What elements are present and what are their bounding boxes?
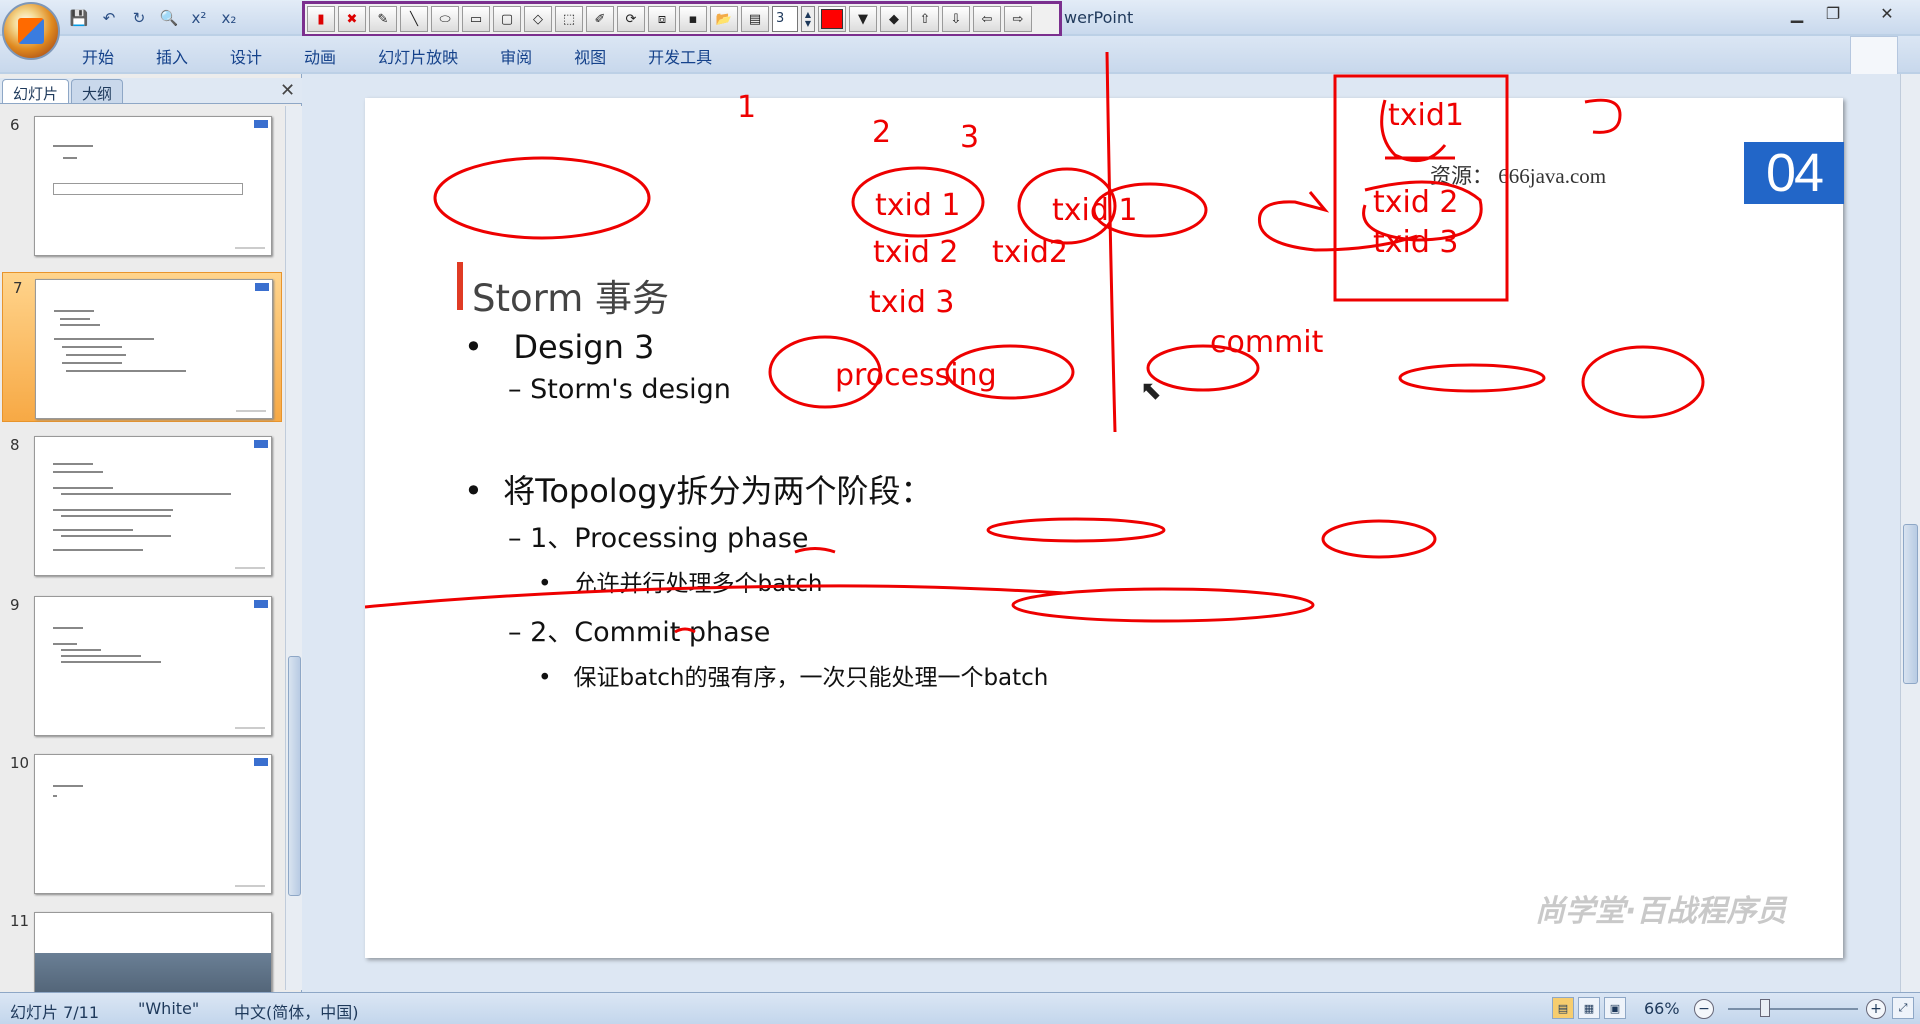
pen-width-spinner[interactable]: ▲ ▼: [801, 6, 815, 32]
subscript-icon[interactable]: x₂: [216, 6, 242, 30]
office-logo-icon: [18, 18, 44, 44]
slide-number-badge: 04: [1744, 142, 1844, 204]
slide-thumbnail[interactable]: 6: [0, 110, 290, 260]
chevron-down-icon[interactable]: ▼: [849, 6, 877, 32]
select-icon[interactable]: ⬚: [555, 6, 583, 32]
highlighter-icon[interactable]: ✐: [586, 6, 614, 32]
thumbnail-image: [34, 436, 272, 576]
minimize-button[interactable]: ▁: [1782, 2, 1812, 24]
slide-thumbnail[interactable]: 9: [0, 590, 290, 740]
slide-number: 6: [10, 116, 20, 134]
bullet-item[interactable]: • Design 3: [464, 328, 654, 366]
window-title: werPoint: [1064, 8, 1134, 27]
pen-width-field[interactable]: 3: [772, 6, 798, 32]
tab-view[interactable]: 视图: [574, 36, 606, 72]
redo-icon[interactable]: ↻: [126, 6, 152, 30]
screen-icon[interactable]: ▤: [741, 6, 769, 32]
diamond-icon[interactable]: ◇: [524, 6, 552, 32]
thumbnail-image: [34, 116, 272, 256]
zoom-level[interactable]: 66%: [1644, 999, 1680, 1018]
slide-number: 9: [10, 596, 20, 614]
close-pane-icon[interactable]: ✕: [280, 80, 295, 101]
rectangle-icon[interactable]: ▭: [462, 6, 490, 32]
arrow-down-icon[interactable]: ⇩: [942, 6, 970, 32]
bullet-item[interactable]: • 将Topology拆分为两个阶段：: [464, 466, 933, 512]
slide-count: 幻灯片 7/11: [10, 1003, 100, 1022]
tab-insert[interactable]: 插入: [156, 36, 188, 72]
slide-title[interactable]: Storm 事务: [472, 268, 669, 322]
mouse-cursor-icon: ⬉: [1140, 376, 1162, 406]
slide-number: 8: [10, 436, 20, 454]
thumbnail-image: [34, 912, 272, 992]
tab-slides[interactable]: 幻灯片: [2, 79, 70, 103]
sub-bullet-item[interactable]: – Storm's design: [508, 374, 731, 405]
sub-sub-bullet-item[interactable]: • 允许并行处理多个batch: [538, 564, 822, 598]
arrow-up-icon[interactable]: ⇧: [911, 6, 939, 32]
sub-bullet-item[interactable]: – 2、Commit phase: [508, 610, 770, 649]
tab-outline[interactable]: 大纲: [71, 79, 124, 103]
zoom-slider[interactable]: [1728, 1008, 1858, 1010]
arrow-back-icon[interactable]: ⇦: [973, 6, 1001, 32]
save-ink-icon[interactable]: ▪: [679, 6, 707, 32]
sub-bullet-item[interactable]: – 1、Processing phase: [508, 516, 809, 555]
ribbon-tabs: 开始 插入 设计 动画 幻灯片放映 审阅 视图 开发工具: [0, 36, 1920, 72]
slideshow-view-button[interactable]: ▣: [1604, 997, 1626, 1019]
refresh-icon[interactable]: ⟳: [617, 6, 645, 32]
thumbnail-image: [35, 279, 273, 419]
zoom-in-button[interactable]: +: [1866, 999, 1886, 1019]
thumbnail-image: [34, 754, 272, 894]
vertical-scrollbar[interactable]: [1900, 74, 1920, 992]
slide-thumbnail[interactable]: 11: [0, 906, 290, 992]
slide-number: 10: [10, 754, 30, 772]
slide-thumbnail[interactable]: 8: [0, 430, 290, 580]
tab-slideshow[interactable]: 幻灯片放映: [378, 36, 458, 72]
superscript-icon[interactable]: x²: [186, 6, 212, 30]
tab-design[interactable]: 设计: [230, 36, 262, 72]
office-button[interactable]: [2, 2, 60, 60]
save-icon[interactable]: 💾: [66, 6, 92, 30]
thumbnail-image: [34, 596, 272, 736]
pane-scrollbar[interactable]: [285, 106, 302, 990]
pen-color-swatch: [821, 9, 843, 29]
line-icon[interactable]: ╲: [400, 6, 428, 32]
clear-icon[interactable]: ✖: [338, 6, 366, 32]
slide-thumbnail[interactable]: 10: [0, 748, 290, 898]
slide-number: 11: [10, 912, 30, 930]
status-bar: 幻灯片 7/11 "White" 中文(简体，中国) ▤ ▦ ▣ 66% − +…: [0, 992, 1920, 1024]
zoom-out-button[interactable]: −: [1694, 999, 1714, 1019]
normal-view-button[interactable]: ▤: [1552, 997, 1574, 1019]
pen-icon[interactable]: ✎: [369, 6, 397, 32]
maximize-button[interactable]: ❐: [1818, 2, 1848, 24]
language[interactable]: 中文(简体，中国): [234, 999, 359, 1023]
eraser-all-icon[interactable]: ▮: [307, 6, 335, 32]
tab-animation[interactable]: 动画: [304, 36, 336, 72]
watermark-url: 资源： 666java.com: [1430, 164, 1607, 188]
sorter-view-button[interactable]: ▦: [1578, 997, 1600, 1019]
tab-home[interactable]: 开始: [82, 36, 114, 72]
theme-name: "White": [138, 999, 200, 1018]
print-preview-icon[interactable]: 🔍: [156, 6, 182, 30]
title-accent-bar: [457, 262, 463, 310]
open-folder-icon[interactable]: 📂: [710, 6, 738, 32]
arrow-forward-icon[interactable]: ⇨: [1004, 6, 1032, 32]
sub-sub-bullet-item[interactable]: • 保证batch的强有序，一次只能处理一个batch: [538, 658, 1048, 692]
zoom-slider-knob[interactable]: [1760, 999, 1770, 1017]
rounded-rect-icon[interactable]: ▢: [493, 6, 521, 32]
frame-icon[interactable]: ⧈: [648, 6, 676, 32]
fit-window-button[interactable]: ⤢: [1892, 997, 1914, 1019]
tab-review[interactable]: 审阅: [500, 36, 532, 72]
pen-toolbar: ▮ ✖ ✎ ╲ ⬭ ▭ ▢ ◇ ⬚ ✐ ⟳ ⧈ ▪ 📂 ▤ 3 ▲ ▼ ▼ ◆ ⇧…: [302, 1, 1062, 37]
pane-tabs: 幻灯片 大纲: [0, 78, 302, 104]
close-button[interactable]: ✕: [1872, 2, 1902, 24]
stamp-icon[interactable]: ◆: [880, 6, 908, 32]
tab-developer[interactable]: 开发工具: [648, 36, 712, 72]
slide-number: 7: [13, 279, 23, 297]
ellipse-icon[interactable]: ⬭: [431, 6, 459, 32]
undo-icon[interactable]: ↶: [96, 6, 122, 30]
logo-watermark: 尚学堂·百战程序员: [1535, 894, 1787, 929]
slide-thumbnail-selected[interactable]: 7: [2, 272, 282, 422]
quick-access-toolbar: 💾 ↶ ↻ 🔍 x² x₂: [66, 4, 242, 32]
color-picker[interactable]: [818, 6, 846, 32]
